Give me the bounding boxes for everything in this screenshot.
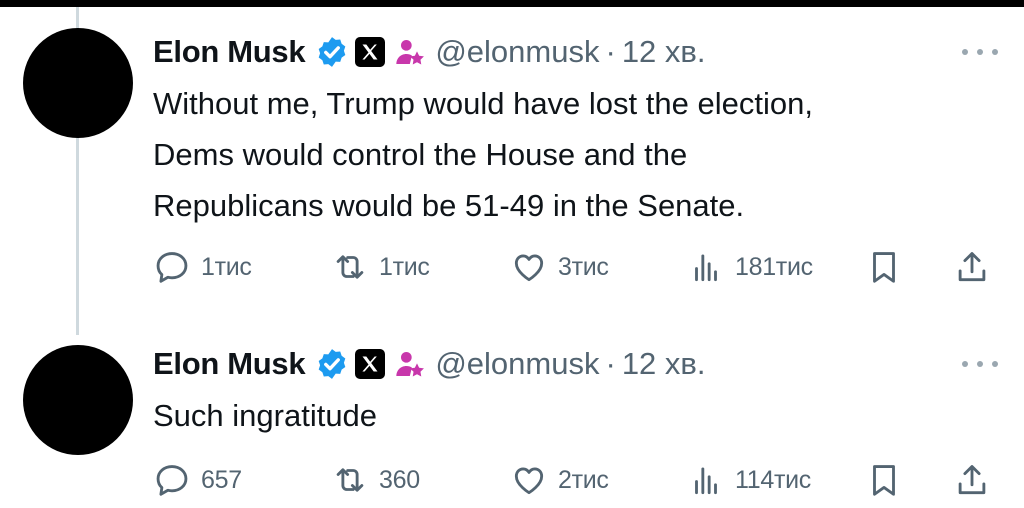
tweet-header: Elon Musk @elonmusk · 12 хв. bbox=[153, 30, 706, 74]
avatar[interactable] bbox=[23, 28, 133, 138]
reply-button[interactable]: 657 bbox=[153, 460, 242, 500]
reply-count: 657 bbox=[201, 465, 242, 494]
author-handle[interactable]: @elonmusk bbox=[435, 34, 599, 70]
share-button[interactable] bbox=[953, 247, 991, 287]
repost-button[interactable]: 360 bbox=[331, 460, 420, 500]
separator-dot: · bbox=[605, 346, 616, 381]
tweet-text-line: Dems would control the House and the bbox=[153, 137, 688, 172]
more-icon[interactable] bbox=[962, 46, 998, 58]
like-icon bbox=[514, 467, 544, 495]
verified-icon bbox=[319, 349, 346, 379]
tweet-text-line: Republicans would be 51-49 in the Senate… bbox=[153, 188, 745, 223]
tweet-text-line: Without me, Trump would have lost the el… bbox=[153, 86, 813, 121]
like-button[interactable]: 2тис bbox=[510, 460, 609, 500]
reply-button[interactable]: 1тис bbox=[153, 247, 252, 287]
bookmark-icon bbox=[873, 465, 895, 496]
repost-icon bbox=[336, 468, 364, 492]
like-button[interactable]: 3тис bbox=[510, 247, 609, 287]
x-badge-icon bbox=[355, 349, 386, 379]
tweet[interactable]: Elon Musk @elonmusk · 12 хв. Such ingrat… bbox=[0, 330, 1024, 508]
tweet-text: Such ingratitude bbox=[153, 390, 1003, 441]
repost-count: 360 bbox=[379, 465, 420, 494]
reply-icon bbox=[156, 252, 188, 283]
verified-icon bbox=[319, 37, 346, 67]
more-icon[interactable] bbox=[962, 358, 998, 370]
action-bar: 1тис 1тис 3тис 181тис bbox=[153, 247, 1013, 287]
x-badge-icon bbox=[355, 37, 386, 67]
affiliate-icon bbox=[396, 40, 425, 65]
separator-dot: · bbox=[605, 34, 616, 69]
views-button[interactable]: 114тис bbox=[687, 460, 811, 500]
bookmark-icon bbox=[873, 252, 895, 283]
views-icon bbox=[695, 254, 717, 282]
repost-icon bbox=[336, 255, 364, 279]
share-icon bbox=[958, 465, 986, 495]
author-handle[interactable]: @elonmusk bbox=[435, 346, 599, 382]
timestamp[interactable]: 12 хв. bbox=[622, 34, 706, 70]
repost-button[interactable]: 1тис bbox=[331, 247, 430, 287]
tweet-text-line: Such ingratitude bbox=[153, 398, 378, 433]
share-button[interactable] bbox=[953, 460, 991, 500]
tweet-text: Without me, Trump would have lost the el… bbox=[153, 78, 1003, 231]
views-button[interactable]: 181тис bbox=[687, 247, 813, 287]
action-bar: 657 360 2тис 114тис bbox=[153, 460, 1013, 500]
timestamp[interactable]: 12 хв. bbox=[622, 346, 706, 382]
share-icon bbox=[958, 252, 986, 282]
tweet[interactable]: Elon Musk @elonmusk · 12 хв. Without me,… bbox=[0, 0, 1024, 330]
affiliate-icon bbox=[396, 352, 425, 377]
reply-count: 1тис bbox=[201, 252, 252, 281]
views-icon bbox=[695, 467, 717, 495]
author-name[interactable]: Elon Musk bbox=[153, 34, 306, 70]
avatar[interactable] bbox=[23, 345, 133, 455]
reply-icon bbox=[156, 465, 188, 496]
author-name[interactable]: Elon Musk bbox=[153, 346, 306, 382]
views-count: 114тис bbox=[735, 465, 811, 494]
tweet-header: Elon Musk @elonmusk · 12 хв. bbox=[153, 342, 706, 386]
bookmark-button[interactable] bbox=[865, 460, 903, 500]
like-icon bbox=[514, 254, 544, 282]
views-count: 181тис bbox=[735, 252, 813, 281]
like-count: 3тис bbox=[558, 252, 609, 281]
bookmark-button[interactable] bbox=[865, 247, 903, 287]
repost-count: 1тис bbox=[379, 252, 430, 281]
like-count: 2тис bbox=[558, 465, 609, 494]
